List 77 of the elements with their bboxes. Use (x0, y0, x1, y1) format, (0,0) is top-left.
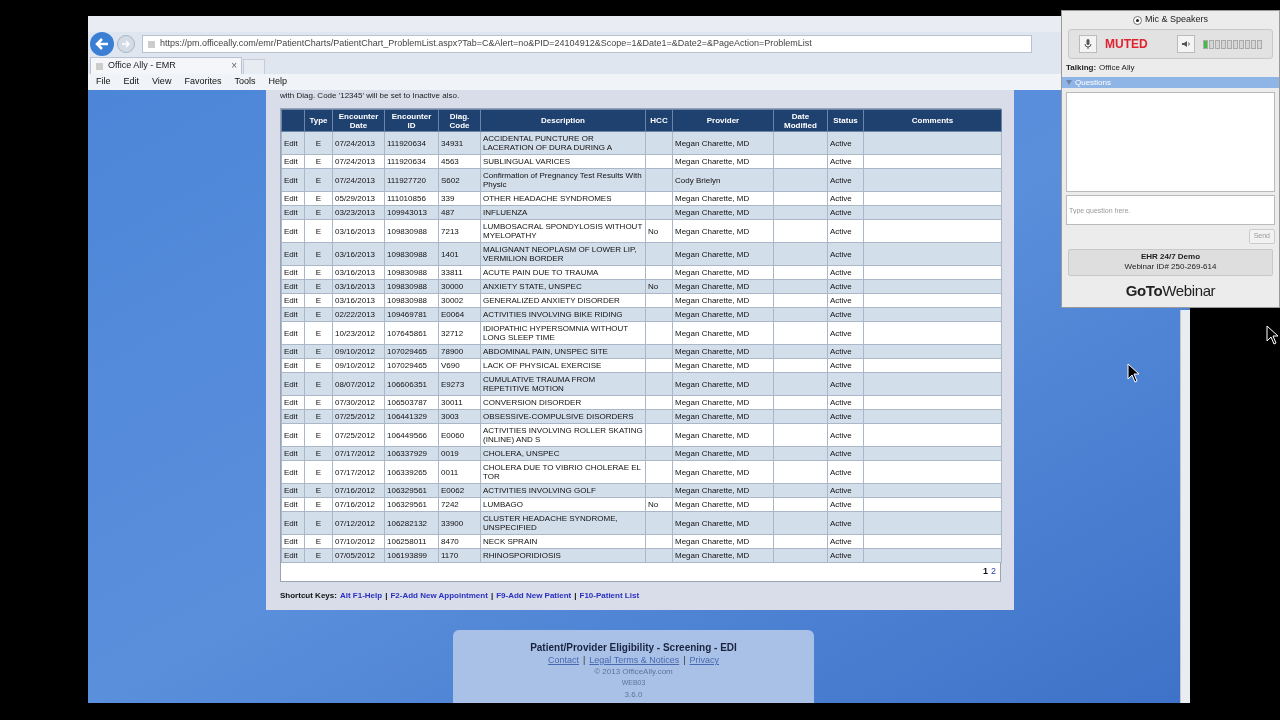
column-header: Encounter ID (384, 109, 439, 132)
edit-link[interactable]: Edit (281, 372, 305, 396)
address-field[interactable]: https://pm.officeally.com/emr/PatientCharts/PatientChart_ProblemList.aspx?Tab=C&Alert=no&PID=24104912&Scope=1&Date1=&Date2=&PageAction=ProblemList (142, 35, 1032, 53)
page-icon (95, 61, 104, 71)
separator-text: | (385, 590, 388, 602)
table-cell: LUMBOSACRAL SPONDYLOSIS WITHOUT MYELOPATHY (480, 219, 646, 243)
edit-link[interactable]: Edit (281, 423, 305, 447)
table-cell: ACTIVITIES INVOLVING ROLLER SKATING (INLINE) AND S (480, 423, 646, 447)
speaker-icon (1181, 40, 1191, 48)
close-tab-icon[interactable]: × (231, 61, 237, 71)
column-header: Provider (672, 109, 774, 132)
browser-tab[interactable]: Office Ally - EMR × (90, 57, 242, 74)
mute-status: MUTED (1105, 36, 1149, 53)
edit-link[interactable]: Edit (281, 168, 305, 192)
separator-text: | (490, 590, 494, 602)
table-cell: MALIGNANT NEOPLASM OF LOWER LIP, VERMILION BORDER (480, 242, 646, 266)
menu-item[interactable]: File (96, 75, 111, 89)
copyright-text: © 2013 OfficeAlly.com (594, 666, 673, 678)
notice-text: with Diag. Code '12345' will be set to Inactive also. (280, 90, 461, 102)
shortcut-link[interactable]: F10-Patient List (579, 590, 640, 602)
shortcut-link[interactable]: F2-Add New Appointment (390, 590, 488, 602)
column-header: Diag. Code (438, 109, 481, 132)
talking-label: Talking: (1066, 62, 1097, 74)
column-header: Comments (863, 109, 1002, 132)
arrow-right-icon (121, 40, 131, 48)
edit-link[interactable]: Edit (281, 219, 305, 243)
speaker-button[interactable] (1177, 35, 1195, 53)
edit-link[interactable]: Edit (281, 321, 305, 345)
column-header (281, 109, 305, 132)
column-header: Type (304, 109, 333, 132)
arrow-left-icon (95, 38, 109, 50)
menu-item[interactable]: Help (268, 75, 287, 89)
table-cell: CHOLERA DUE TO VIBRIO CHOLERAE EL TOR (480, 460, 646, 484)
version-text: 3.6.0 (624, 688, 643, 701)
shortcut-link[interactable]: Alt F1-Help (339, 590, 383, 602)
table-cell: CLUSTER HEADACHE SYNDROME, UNSPECIFIED (480, 511, 646, 535)
column-header: Date Modified (773, 109, 828, 132)
page-icon (147, 39, 156, 49)
shortcut-link[interactable]: F9-Add New Patient (496, 590, 572, 602)
collapse-triangle-icon (1066, 80, 1072, 85)
separator-text: | (582, 655, 586, 666)
edit-link[interactable]: Edit (281, 460, 305, 484)
column-header: Status (827, 109, 864, 132)
table-cell: IDIOPATHIC HYPERSOMNIA WITHOUT LONG SLEEP TIME (480, 321, 646, 345)
column-header: Encounter Date (332, 109, 385, 132)
gotowebinar-logo: GoToWebinar (1125, 280, 1216, 301)
table-cell: CUMULATIVE TRAUMA FROM REPETITIVE MOTION (480, 372, 646, 396)
menu-item[interactable]: Edit (123, 75, 140, 89)
back-button[interactable] (90, 32, 114, 56)
menu-item[interactable]: Tools (234, 75, 256, 89)
url-text: https://pm.officeally.com/emr/PatientCharts/PatientChart_ProblemList.aspx?Tab=C&Alert=no&PID=24104912&Scope=1&Date1=&Date2=&PageAction=ProblemList (160, 37, 812, 51)
microphone-button[interactable] (1079, 35, 1097, 53)
edit-link[interactable]: Edit (281, 242, 305, 266)
audio-level-meter (1203, 39, 1262, 49)
webinar-id: Webinar ID# 250-269-614 (1124, 262, 1217, 272)
footer-title: Patient/Provider Eligibility - Screening - EDI (530, 641, 737, 655)
shortcut-label: Shortcut Keys: (280, 590, 337, 602)
table-cell: Confirmation of Pregnancy Test Results With Physic (480, 168, 646, 192)
mouse-cursor-icon (1127, 363, 1141, 383)
edit-link[interactable]: Edit (281, 131, 305, 155)
radio-label: Mic & Speakers (1145, 13, 1208, 27)
separator-text: | (683, 655, 686, 666)
menu-item[interactable]: Favorites (184, 75, 222, 89)
table-cell: ACCIDENTAL PUNCTURE OR LACERATION OF DURA DURING A (480, 131, 646, 155)
talking-name: Office Ally (1099, 62, 1135, 74)
edit-link[interactable]: Edit (281, 511, 305, 535)
page-link[interactable]: 2 (991, 565, 996, 579)
microphone-icon (1084, 39, 1092, 49)
column-header: Description (480, 109, 646, 132)
radio-button[interactable] (1133, 15, 1142, 25)
tab-title: Office Ally - EMR (108, 59, 177, 73)
page-link[interactable]: 1 (982, 565, 988, 579)
menu-item[interactable]: View (152, 75, 172, 89)
separator-text: | (574, 590, 577, 602)
column-header: HCC (645, 109, 673, 132)
webinar-title: EHR 24/7 Demo (1140, 252, 1201, 262)
scrollbar[interactable] (1180, 310, 1190, 703)
